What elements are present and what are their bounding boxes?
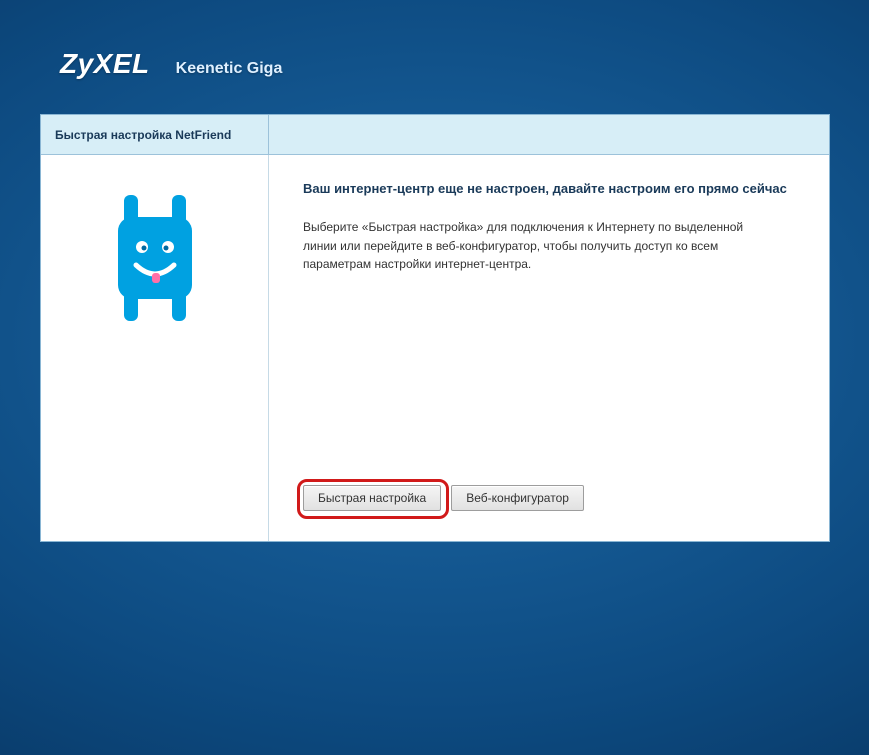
device-model: Keenetic Giga bbox=[176, 60, 283, 78]
content-area: Ваш интернет-центр еще не настроен, дава… bbox=[269, 155, 829, 541]
web-configurator-button[interactable]: Веб-конфигуратор bbox=[451, 485, 584, 511]
window: ZyXEL Keenetic Giga Быстрая настройка Ne… bbox=[0, 0, 869, 755]
setup-description: Выберите «Быстрая настройка» для подключ… bbox=[303, 218, 763, 274]
setup-heading: Ваш интернет-центр еще не настроен, дава… bbox=[303, 181, 795, 196]
tab-quick-setup[interactable]: Быстрая настройка NetFriend bbox=[41, 115, 269, 155]
quick-setup-button[interactable]: Быстрая настройка bbox=[303, 485, 441, 511]
tab-label: Быстрая настройка NetFriend bbox=[55, 128, 231, 142]
main-panel: Быстрая настройка NetFriend bbox=[40, 114, 830, 542]
brand-logo: ZyXEL bbox=[60, 48, 150, 80]
tab-bar-filler bbox=[269, 115, 829, 155]
sidebar bbox=[41, 155, 269, 541]
header: ZyXEL Keenetic Giga bbox=[20, 20, 849, 114]
button-row: Быстрая настройка Веб-конфигуратор bbox=[303, 485, 795, 521]
netfriend-mascot-icon bbox=[110, 195, 200, 325]
